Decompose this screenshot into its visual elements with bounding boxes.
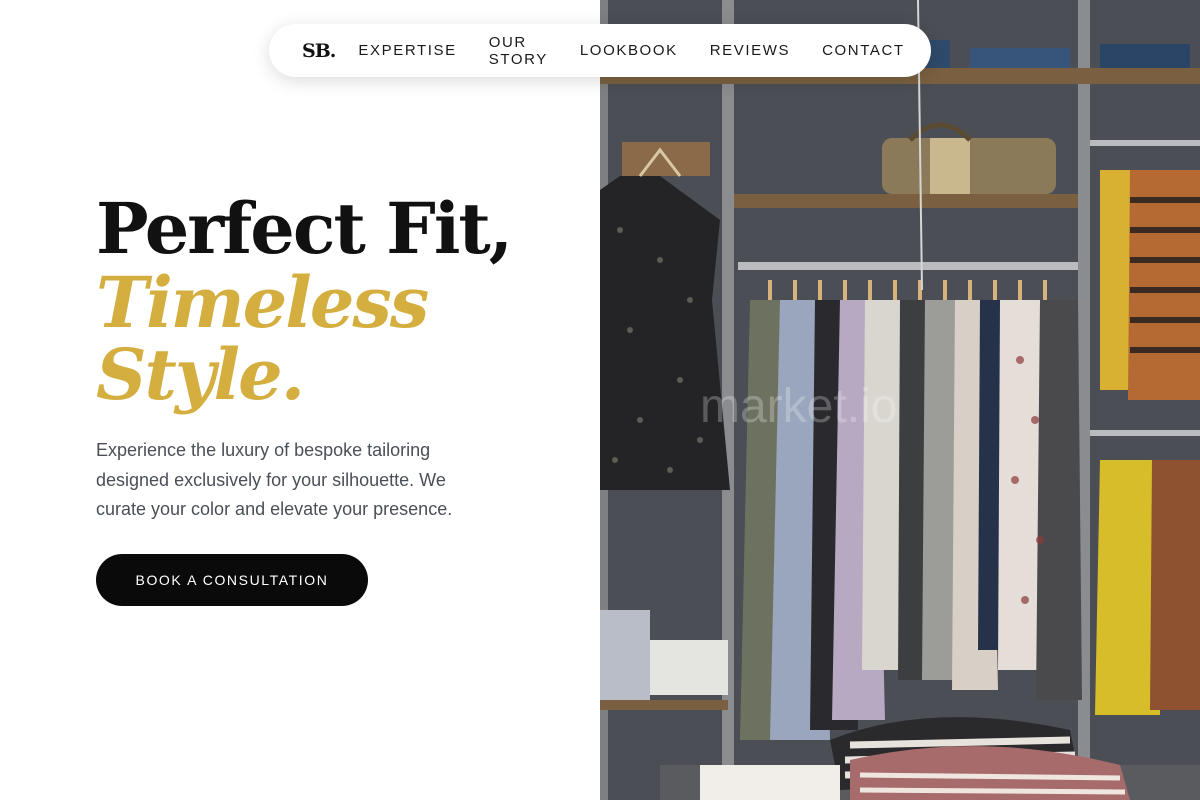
nav-link-expertise[interactable]: EXPERTISE: [358, 42, 456, 59]
clothing-rack-photo-icon: market.io: [600, 0, 1200, 800]
book-consultation-button[interactable]: BOOK A CONSULTATION: [96, 554, 368, 606]
hero-title-line-3: Style.: [96, 333, 305, 416]
nav-link-lookbook[interactable]: LOOKBOOK: [580, 42, 678, 59]
hero-title: Perfect Fit, Timeless Style.: [96, 194, 576, 410]
main-nav: SB. EXPERTISE OUR STORY LOOKBOOK REVIEWS…: [269, 24, 931, 77]
nav-links: EXPERTISE OUR STORY LOOKBOOK REVIEWS CON…: [358, 34, 904, 68]
nav-link-contact[interactable]: CONTACT: [822, 42, 905, 59]
hero-image: market.io: [600, 0, 1200, 800]
nav-link-reviews[interactable]: REVIEWS: [710, 42, 790, 59]
image-watermark: market.io: [700, 380, 897, 433]
hero-description: Experience the luxury of bespoke tailori…: [96, 440, 453, 519]
hero-title-line-1: Perfect Fit,: [96, 187, 513, 270]
nav-link-our-story[interactable]: OUR STORY: [489, 34, 548, 68]
site-logo[interactable]: SB.: [302, 40, 336, 62]
hero-title-line-2: Timeless: [96, 261, 429, 344]
